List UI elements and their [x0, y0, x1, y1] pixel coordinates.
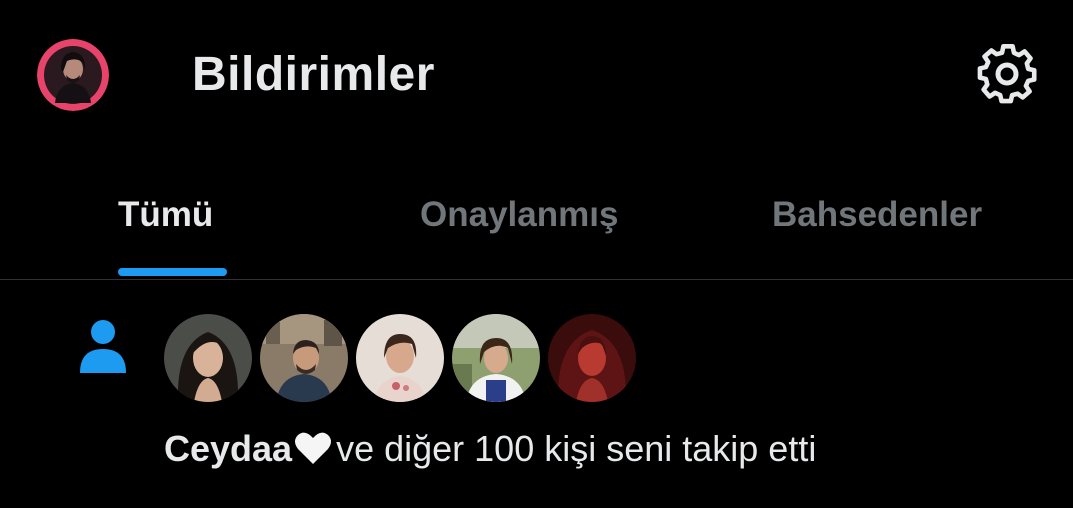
- follower-avatar[interactable]: [548, 314, 636, 402]
- tab-mentions[interactable]: Bahsedenler: [772, 190, 982, 240]
- follow-notification[interactable]: Ceydaa ve diğer 100 kişi seni takip etti: [0, 281, 1073, 508]
- tab-all[interactable]: Tümü: [118, 190, 213, 240]
- follower-avatar[interactable]: [356, 314, 444, 402]
- tab-verified[interactable]: Onaylanmış: [420, 190, 618, 240]
- notification-tabs: Tümü Onaylanmış Bahsedenler: [0, 180, 1073, 280]
- divider: [0, 279, 1073, 280]
- follower-name[interactable]: Ceydaa: [164, 428, 292, 469]
- top-bar: Bildirimler: [0, 0, 1073, 150]
- profile-avatar[interactable]: [37, 39, 109, 111]
- notification-message: ve diğer 100 kişi seni takip etti: [336, 428, 817, 469]
- follower-avatar[interactable]: [164, 314, 252, 402]
- settings-button[interactable]: [974, 41, 1040, 107]
- follower-avatar[interactable]: [452, 314, 540, 402]
- page-title: Bildirimler: [192, 48, 435, 101]
- person-icon: [80, 320, 126, 373]
- gear-icon: [977, 44, 1037, 104]
- notification-text: Ceydaa ve diğer 100 kişi seni takip etti: [164, 427, 816, 471]
- follower-avatar[interactable]: [260, 314, 348, 402]
- white-heart-icon: [295, 432, 332, 464]
- active-tab-indicator: [118, 268, 227, 276]
